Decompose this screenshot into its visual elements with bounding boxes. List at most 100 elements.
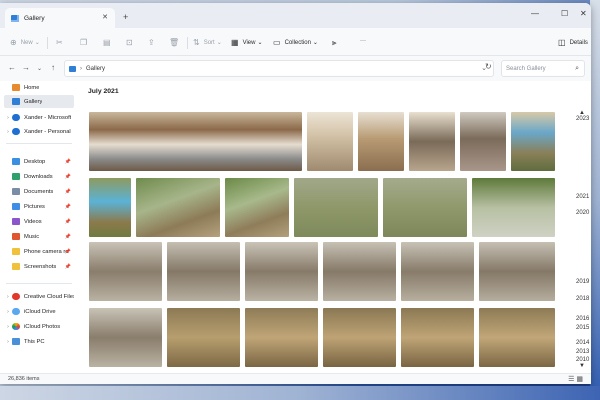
minimize-icon[interactable]: — xyxy=(531,10,539,18)
sidebar-item-home[interactable]: Home xyxy=(4,81,74,94)
sort-icon: ⇅ xyxy=(193,38,200,47)
sidebar-item-icloud-drive[interactable]: › iCloud Drive xyxy=(4,305,74,318)
forward-icon[interactable]: → xyxy=(22,63,30,72)
tab-label: Gallery xyxy=(24,14,45,22)
delete-icon[interactable]: 🗑 xyxy=(169,38,183,47)
photo-thumbnail[interactable] xyxy=(167,308,240,367)
search-input[interactable]: Search Gallery xyxy=(506,66,575,72)
recent-locations-icon[interactable]: ⌄ xyxy=(37,65,42,74)
photo-thumbnail[interactable] xyxy=(409,112,455,171)
onedrive-icon xyxy=(12,114,20,121)
share-icon[interactable]: ⇪ xyxy=(148,38,159,47)
photo-thumbnail[interactable] xyxy=(323,308,396,367)
music-icon xyxy=(12,233,20,240)
photo-thumbnail[interactable] xyxy=(383,178,467,237)
sidebar-item-music[interactable]: Music 📌 xyxy=(4,230,74,243)
photo-thumbnail[interactable] xyxy=(479,308,555,367)
search-box[interactable]: Search Gallery ⌕ xyxy=(501,60,585,77)
maximize-icon[interactable]: ☐ xyxy=(561,10,568,18)
chevron-right-icon[interactable]: › xyxy=(4,294,12,300)
photo-thumbnail[interactable] xyxy=(479,242,555,301)
photo-thumbnail[interactable] xyxy=(245,242,318,301)
sidebar-item-desktop[interactable]: Desktop 📌 xyxy=(4,155,74,168)
collection-button[interactable]: ▭ Collection ⌄ xyxy=(273,38,318,47)
close-window-icon[interactable]: ✕ xyxy=(580,10,587,18)
sidebar-item-creative-cloud[interactable]: › Creative Cloud Files xyxy=(4,290,74,303)
view-toggle-icons[interactable]: ☰ ▦ xyxy=(568,375,583,383)
sidebar-item-documents[interactable]: Documents 📌 xyxy=(4,185,74,198)
timeline-year[interactable]: 2016 xyxy=(576,316,589,322)
scroll-down-icon[interactable]: ▼ xyxy=(579,363,585,369)
new-tab-icon[interactable]: + xyxy=(123,13,128,22)
photo-thumbnail[interactable] xyxy=(89,308,162,367)
item-count: 26,836 items xyxy=(8,376,40,382)
timeline-year[interactable]: 2018 xyxy=(576,296,589,302)
view-button[interactable]: ▦ View ⌄ xyxy=(231,38,263,47)
chevron-right-icon[interactable]: › xyxy=(4,129,12,135)
navigation-pane: Home Gallery › Xander - Microsoft › Xand… xyxy=(0,81,75,373)
photo-thumbnail[interactable] xyxy=(89,242,162,301)
photo-thumbnail[interactable] xyxy=(89,112,302,171)
breadcrumb[interactable]: Gallery xyxy=(86,66,105,72)
sidebar-item-downloads[interactable]: Downloads 📌 xyxy=(4,170,74,183)
photo-thumbnail[interactable] xyxy=(401,308,474,367)
photo-thumbnail[interactable] xyxy=(136,178,220,237)
timeline-year[interactable]: 2021 xyxy=(576,194,589,200)
tab-gallery[interactable]: Gallery ✕ xyxy=(5,8,115,28)
filter-icon[interactable]: ⫸ xyxy=(332,38,341,48)
sidebar-item-gallery[interactable]: Gallery xyxy=(4,95,74,108)
timeline-year[interactable]: 2020 xyxy=(576,210,589,216)
photo-thumbnail[interactable] xyxy=(401,242,474,301)
sidebar-item-this-pc[interactable]: › This PC xyxy=(4,335,74,348)
sidebar-item-phone-camera[interactable]: Phone camera rc 📌 xyxy=(4,245,74,258)
onedrive-icon xyxy=(12,128,20,135)
address-bar[interactable]: › Gallery ⌄ xyxy=(64,60,494,77)
rename-icon[interactable]: ⊡ xyxy=(126,38,137,47)
photo-thumbnail[interactable] xyxy=(472,178,555,237)
timeline-year[interactable]: 2023 xyxy=(576,116,589,122)
timeline-year[interactable]: 2013 xyxy=(576,349,589,355)
pictures-icon xyxy=(12,203,20,210)
sidebar-item-screenshots[interactable]: Screenshots 📌 xyxy=(4,260,74,273)
photo-thumbnail[interactable] xyxy=(358,112,404,171)
close-tab-icon[interactable]: ✕ xyxy=(102,13,108,21)
sidebar-item-videos[interactable]: Videos 📌 xyxy=(4,215,74,228)
photo-thumbnail[interactable] xyxy=(245,308,318,367)
details-button[interactable]: ◫ Details xyxy=(558,38,588,47)
photo-thumbnail[interactable] xyxy=(225,178,289,237)
sidebar-item-onedrive-microsoft[interactable]: › Xander - Microsoft xyxy=(4,111,74,124)
timeline-year[interactable]: 2019 xyxy=(576,279,589,285)
photo-thumbnail[interactable] xyxy=(511,112,555,171)
pin-icon: 📌 xyxy=(64,233,71,240)
folder-icon xyxy=(12,263,20,270)
photo-thumbnail[interactable] xyxy=(323,242,396,301)
chevron-right-icon[interactable]: › xyxy=(4,115,12,121)
back-icon[interactable]: ← xyxy=(8,63,16,72)
photo-thumbnail[interactable] xyxy=(460,112,506,171)
cut-icon[interactable]: ✂ xyxy=(56,38,67,47)
more-options-button[interactable]: ··· xyxy=(360,38,366,44)
sidebar-item-icloud-photos[interactable]: › iCloud Photos xyxy=(4,320,74,333)
copy-icon[interactable]: ❐ xyxy=(80,38,91,47)
sidebar-item-onedrive-personal[interactable]: › Xander - Personal xyxy=(4,125,74,138)
paste-icon[interactable]: ▤ xyxy=(103,38,115,47)
chevron-right-icon[interactable]: › xyxy=(4,324,12,330)
photo-thumbnail[interactable] xyxy=(89,178,131,237)
timeline-year[interactable]: 2014 xyxy=(576,340,589,346)
chevron-right-icon[interactable]: › xyxy=(4,309,12,315)
divider xyxy=(47,37,48,49)
new-label: New xyxy=(20,39,33,46)
photo-thumbnail[interactable] xyxy=(294,178,378,237)
photo-thumbnail[interactable] xyxy=(167,242,240,301)
chevron-right-icon[interactable]: › xyxy=(4,339,12,345)
timeline-year[interactable]: 2015 xyxy=(576,325,589,331)
sort-button[interactable]: ⇅ Sort ⌄ xyxy=(193,38,222,47)
photo-thumbnail[interactable] xyxy=(307,112,353,171)
refresh-icon[interactable]: ↻ xyxy=(485,62,492,71)
videos-icon xyxy=(12,218,20,225)
pc-icon xyxy=(12,338,20,345)
sidebar-item-pictures[interactable]: Pictures 📌 xyxy=(4,200,74,213)
pin-icon: 📌 xyxy=(64,173,71,180)
new-button[interactable]: ⊕ New ⌄ xyxy=(10,38,40,47)
up-icon[interactable]: ↑ xyxy=(51,63,55,72)
